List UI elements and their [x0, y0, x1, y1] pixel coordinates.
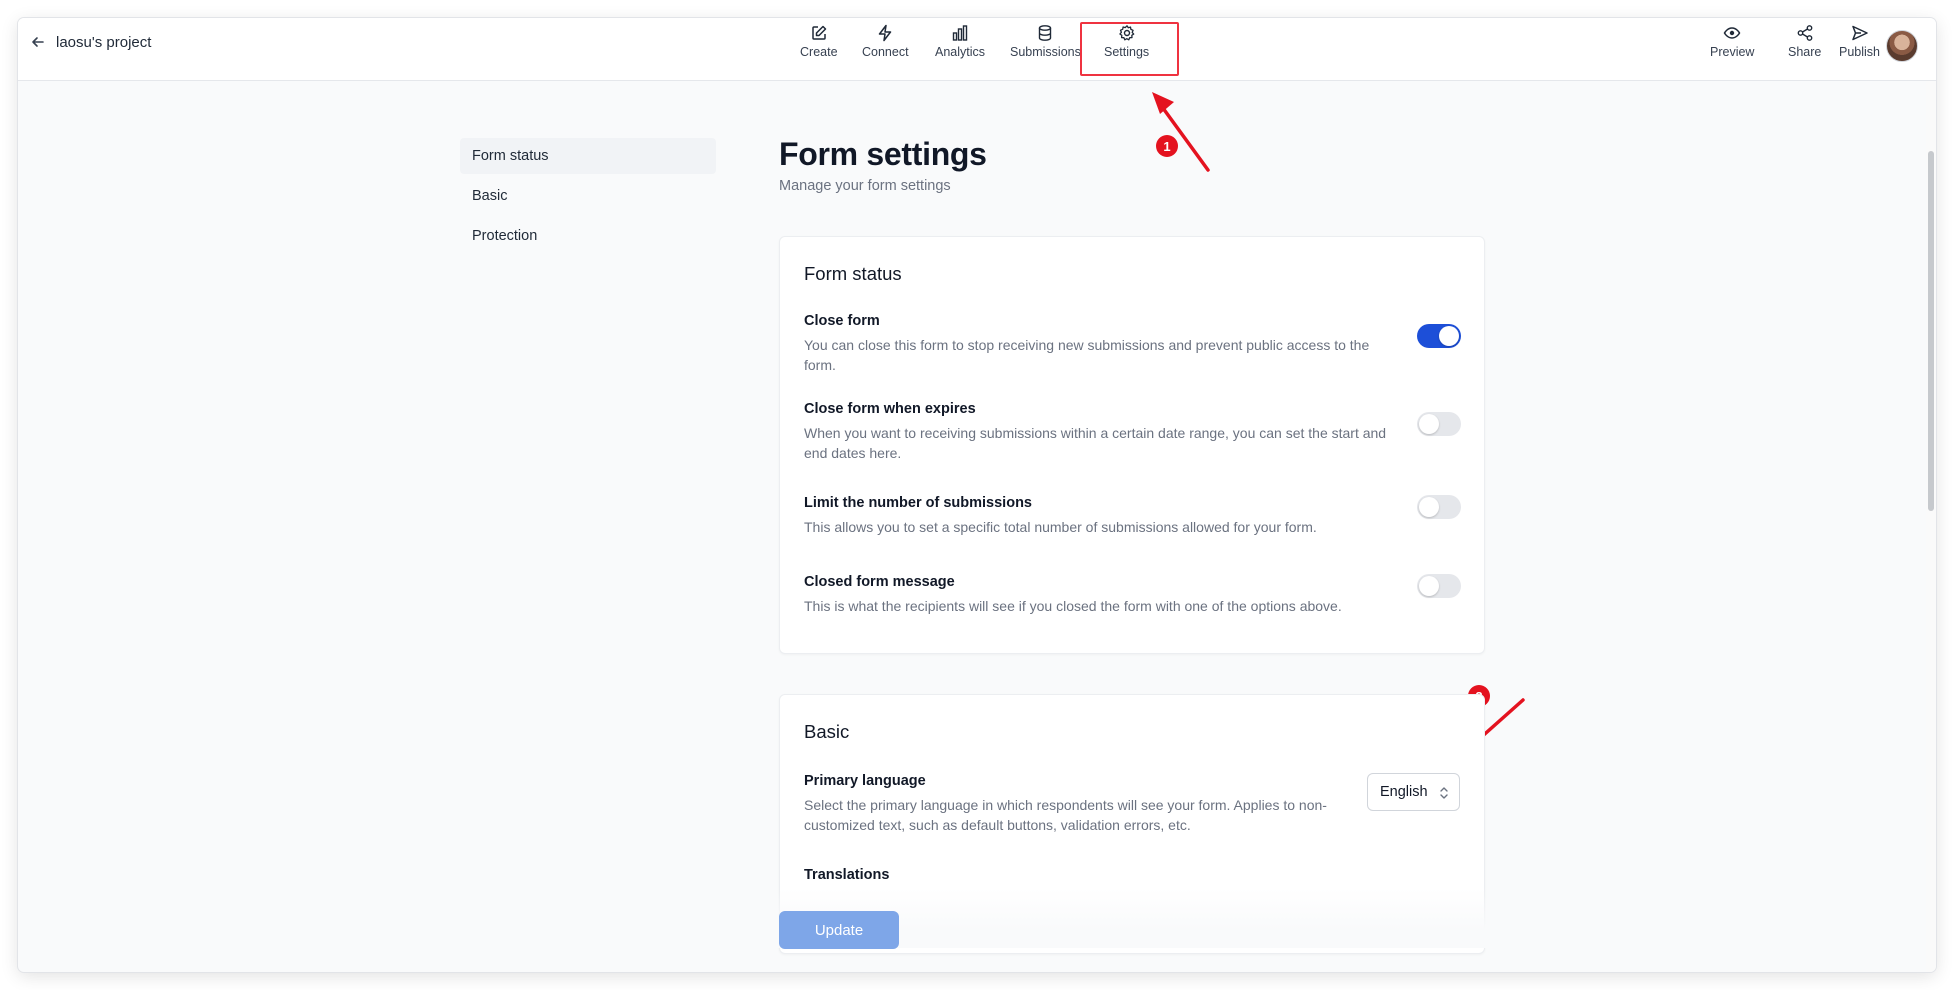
limit-submissions-desc: This allows you to set a specific total … — [804, 519, 1317, 535]
limit-submissions-toggle[interactable] — [1417, 495, 1461, 519]
setting-row-closed-message: Closed form message This is what the rec… — [804, 574, 1464, 616]
close-form-desc: You can close this form to stop receivin… — [804, 337, 1370, 373]
toggle-knob — [1419, 414, 1439, 434]
nav-submissions-label: Submissions — [1010, 45, 1081, 59]
translations-title: Translations — [804, 867, 890, 883]
close-when-expires-toggle[interactable] — [1417, 412, 1461, 436]
share-icon — [1797, 25, 1813, 41]
close-when-expires-title: Close form when expires — [804, 401, 976, 417]
setting-row-primary-language: Primary language Select the primary lang… — [804, 773, 1464, 835]
top-navigation-bar: laosu's project Create Connect Analytics — [18, 18, 1936, 81]
preview-button[interactable]: Preview — [1710, 24, 1754, 64]
primary-language-desc: Select the primary language in which res… — [804, 797, 1327, 833]
arrow-left-icon — [32, 37, 44, 47]
basic-card-title: Basic — [804, 721, 850, 742]
pencil-square-icon — [812, 25, 827, 40]
nav-submissions[interactable]: Submissions — [1010, 24, 1081, 64]
nav-create-label: Create — [800, 45, 838, 59]
eye-icon — [1723, 27, 1741, 39]
nav-analytics[interactable]: Analytics — [935, 24, 985, 64]
toggle-knob — [1419, 497, 1439, 517]
nav-analytics-label: Analytics — [935, 45, 986, 59]
project-name: laosu's project — [56, 33, 152, 51]
close-form-toggle[interactable] — [1417, 324, 1461, 348]
page-subtitle: Manage your form settings — [779, 178, 951, 194]
arrow-to-settings-icon — [1152, 92, 1210, 172]
sidebar-item-form-status[interactable]: Form status — [460, 138, 716, 174]
closed-message-title: Closed form message — [804, 574, 955, 590]
setting-row-translations: Translations — [804, 867, 1464, 889]
user-avatar[interactable] — [1886, 30, 1918, 62]
nav-create[interactable]: Create — [800, 24, 838, 64]
closed-message-desc: This is what the recipients will see if … — [804, 598, 1342, 614]
page-title: Form settings — [779, 136, 987, 172]
nav-connect[interactable]: Connect — [862, 24, 909, 64]
settings-highlight-box — [1080, 22, 1179, 76]
primary-language-value: English — [1380, 784, 1428, 800]
preview-label: Preview — [1710, 45, 1755, 59]
setting-row-limit-submissions: Limit the number of submissions This all… — [804, 495, 1464, 537]
scrollbar-thumb[interactable] — [1928, 151, 1934, 511]
settings-sidebar: Form status Basic Protection — [460, 138, 716, 258]
bar-chart-icon — [952, 25, 968, 41]
share-label: Share — [1788, 45, 1822, 59]
scroll-fade-overlay — [18, 888, 1936, 948]
close-when-expires-desc: When you want to receiving submissions w… — [804, 425, 1387, 461]
update-button[interactable]: Update — [779, 911, 899, 949]
publish-label: Publish — [1839, 45, 1880, 59]
form-status-card: Form status Close form You can close thi… — [779, 236, 1485, 654]
send-icon — [1851, 25, 1868, 41]
setting-row-close-form: Close form You can close this form to st… — [804, 313, 1464, 375]
vertical-scrollbar[interactable] — [1926, 81, 1936, 972]
share-button[interactable]: Share — [1788, 24, 1821, 64]
primary-language-select[interactable]: English — [1367, 773, 1460, 811]
database-icon — [1039, 25, 1052, 41]
form-status-card-title: Form status — [804, 263, 902, 284]
annotation-badge-1: 1 — [1156, 135, 1178, 157]
chevron-up-down-icon — [1440, 787, 1448, 799]
toggle-knob — [1439, 326, 1459, 346]
sidebar-item-basic[interactable]: Basic — [460, 178, 716, 214]
back-to-project-link[interactable]: laosu's project — [30, 32, 151, 52]
toggle-knob — [1419, 576, 1439, 596]
close-form-title: Close form — [804, 313, 880, 329]
primary-language-title: Primary language — [804, 773, 926, 789]
publish-button[interactable]: Publish — [1839, 24, 1880, 64]
setting-row-close-when-expires: Close form when expires When you want to… — [804, 401, 1464, 463]
app-window: laosu's project Create Connect Analytics — [18, 18, 1936, 972]
nav-connect-label: Connect — [862, 45, 909, 59]
sidebar-item-protection[interactable]: Protection — [460, 218, 716, 254]
limit-submissions-title: Limit the number of submissions — [804, 495, 1032, 511]
closed-message-toggle[interactable] — [1417, 574, 1461, 598]
bolt-icon — [879, 24, 892, 42]
